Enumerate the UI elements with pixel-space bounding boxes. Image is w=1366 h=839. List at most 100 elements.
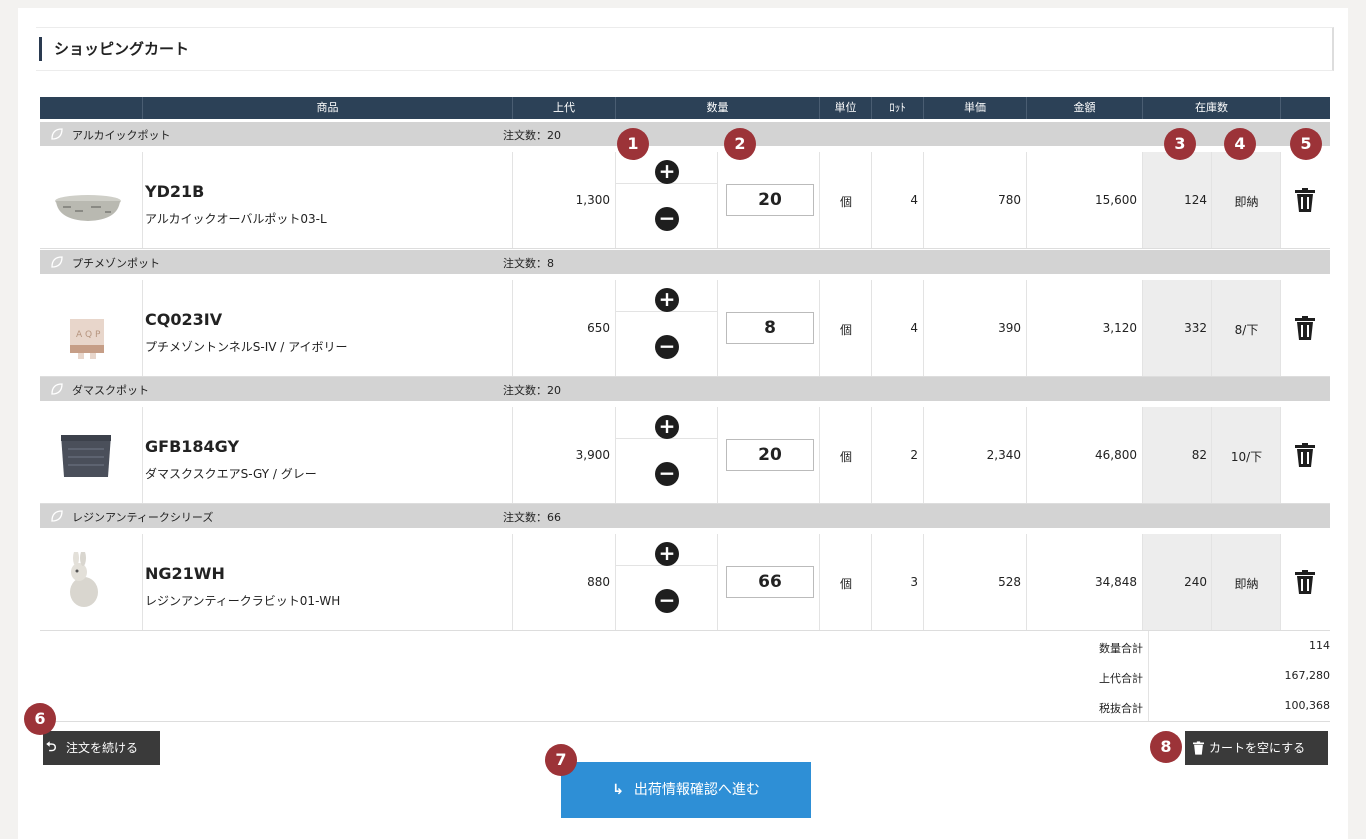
header-delete-col [1281,97,1330,119]
order-count: 注文数：20 [503,384,561,397]
unit: 個 [839,450,852,464]
unit-price: 2,340 [986,448,1021,462]
table-row: GFB184GY ダマスクスクエアS-GY / グレー 3,900 + − 20 個 2 2,3… [40,407,1330,504]
minus-icon: − [658,588,676,612]
group-name: レジンアンティークシリーズ [72,511,214,524]
empty-cart-label: カートを空にする [1209,741,1306,755]
unit-price: 528 [998,575,1021,589]
badge-2: 2 [724,128,756,160]
product-name: アルカイックオーバルポット03-L [145,212,327,226]
header-image-col [40,97,143,119]
quantity-input[interactable]: 8 [726,312,814,344]
decrement-button[interactable]: − [655,207,679,231]
continue-label: 注文を続ける [66,741,139,755]
retail-price: 880 [587,575,610,589]
delete-item-button[interactable] [1295,188,1315,212]
increment-button[interactable]: + [655,542,679,566]
proceed-label: 出荷情報確認へ進む [633,782,760,798]
header-retail: 上代 [513,97,616,119]
badge-8: 8 [1150,731,1182,763]
decrement-button[interactable]: − [655,335,679,359]
retail-price: 1,300 [575,193,610,207]
thumb-cell [40,534,143,630]
product-image [58,431,114,484]
delete-item-button[interactable] [1295,316,1315,340]
lot: 4 [910,193,918,207]
badge-3: 3 [1164,128,1196,160]
header-unit: 単位 [820,97,872,119]
amount: 46,800 [1095,448,1137,462]
order-count: 注文数：66 [503,511,561,524]
thumb-cell [40,407,143,503]
page-title: ショッピングカート [54,40,190,58]
order-count: 注文数：20 [503,129,561,142]
table-row: A Q P CQ023IV プチメゾントンネルS-IV / アイボリー 650 + − 8 個… [40,280,1330,377]
stock-count: 240 [1184,575,1207,589]
trash-icon [1193,741,1204,755]
total-label: 税抜合計 [1099,702,1143,715]
product-code[interactable]: GFB184GY [145,437,239,456]
delete-item-button[interactable] [1295,570,1315,594]
header-unit-price: 単価 [924,97,1027,119]
increment-button[interactable]: + [655,160,679,184]
total-value: 167,280 [1148,661,1330,691]
delivery-status: 即納 [1234,195,1259,209]
trash-icon [1295,570,1315,598]
thumb-cell: A Q P [40,280,143,376]
header-stock: 在庫数 [1143,97,1281,119]
unit-price: 390 [998,321,1021,335]
product-code[interactable]: YD21B [145,182,204,201]
header-product: 商品 [143,97,513,119]
lot: 2 [910,448,918,462]
delete-item-button[interactable] [1295,443,1315,467]
product-name: プチメゾントンネルS-IV / アイボリー [145,340,348,354]
badge-5: 5 [1290,128,1322,160]
plus-icon: + [658,159,676,183]
amount: 15,600 [1095,193,1137,207]
quantity-input[interactable]: 66 [726,566,814,598]
unit: 個 [839,577,852,591]
continue-shopping-button[interactable]: ⮌ 注文を続ける [43,731,160,765]
minus-icon: − [658,206,676,230]
proceed-button[interactable]: ↳ 出荷情報確認へ進む [561,762,811,818]
increment-button[interactable]: + [655,415,679,439]
quantity-input[interactable]: 20 [726,439,814,471]
minus-icon: − [658,461,676,485]
stock-count: 82 [1191,448,1207,462]
increment-button[interactable]: + [655,288,679,312]
trash-icon [1295,443,1315,471]
arrow-icon: ↳ [612,782,624,798]
header-lot: ﾛｯﾄ [872,97,924,119]
minus-icon: − [658,334,676,358]
plus-icon: + [658,287,676,311]
delivery-status: 即納 [1234,577,1259,591]
stock-count: 332 [1184,321,1207,335]
product-image [62,550,102,613]
total-label: 数量合計 [1099,642,1143,655]
order-count: 注文数：8 [503,257,554,270]
quantity-input[interactable]: 20 [726,184,814,216]
unit: 個 [839,195,852,209]
plus-icon: + [658,414,676,438]
stock-count: 124 [1184,193,1207,207]
group-name: プチメゾンポット [72,257,160,270]
product-code[interactable]: CQ023IV [145,310,222,329]
empty-cart-button[interactable]: カートを空にする [1185,731,1328,765]
decrement-button[interactable]: − [655,589,679,613]
leaf-icon [50,509,63,522]
delivery-status: 10/下 [1230,450,1263,464]
leaf-icon [50,382,63,395]
delivery-status: 8/下 [1234,323,1259,337]
group-header: プチメゾンポット 注文数：8 [40,250,1330,274]
decrement-button[interactable]: − [655,462,679,486]
leaf-icon [50,127,63,140]
table-header: 商品 上代 数量 単位 ﾛｯﾄ 単価 金額 在庫数 [40,97,1330,119]
leaf-icon [50,255,63,268]
total-value: 100,368 [1148,691,1330,721]
unit-price: 780 [998,193,1021,207]
group-name: アルカイックポット [72,129,171,142]
trash-icon [1295,316,1315,344]
product-code[interactable]: NG21WH [145,564,225,583]
product-image: A Q P [66,315,108,364]
product-image [53,193,123,226]
